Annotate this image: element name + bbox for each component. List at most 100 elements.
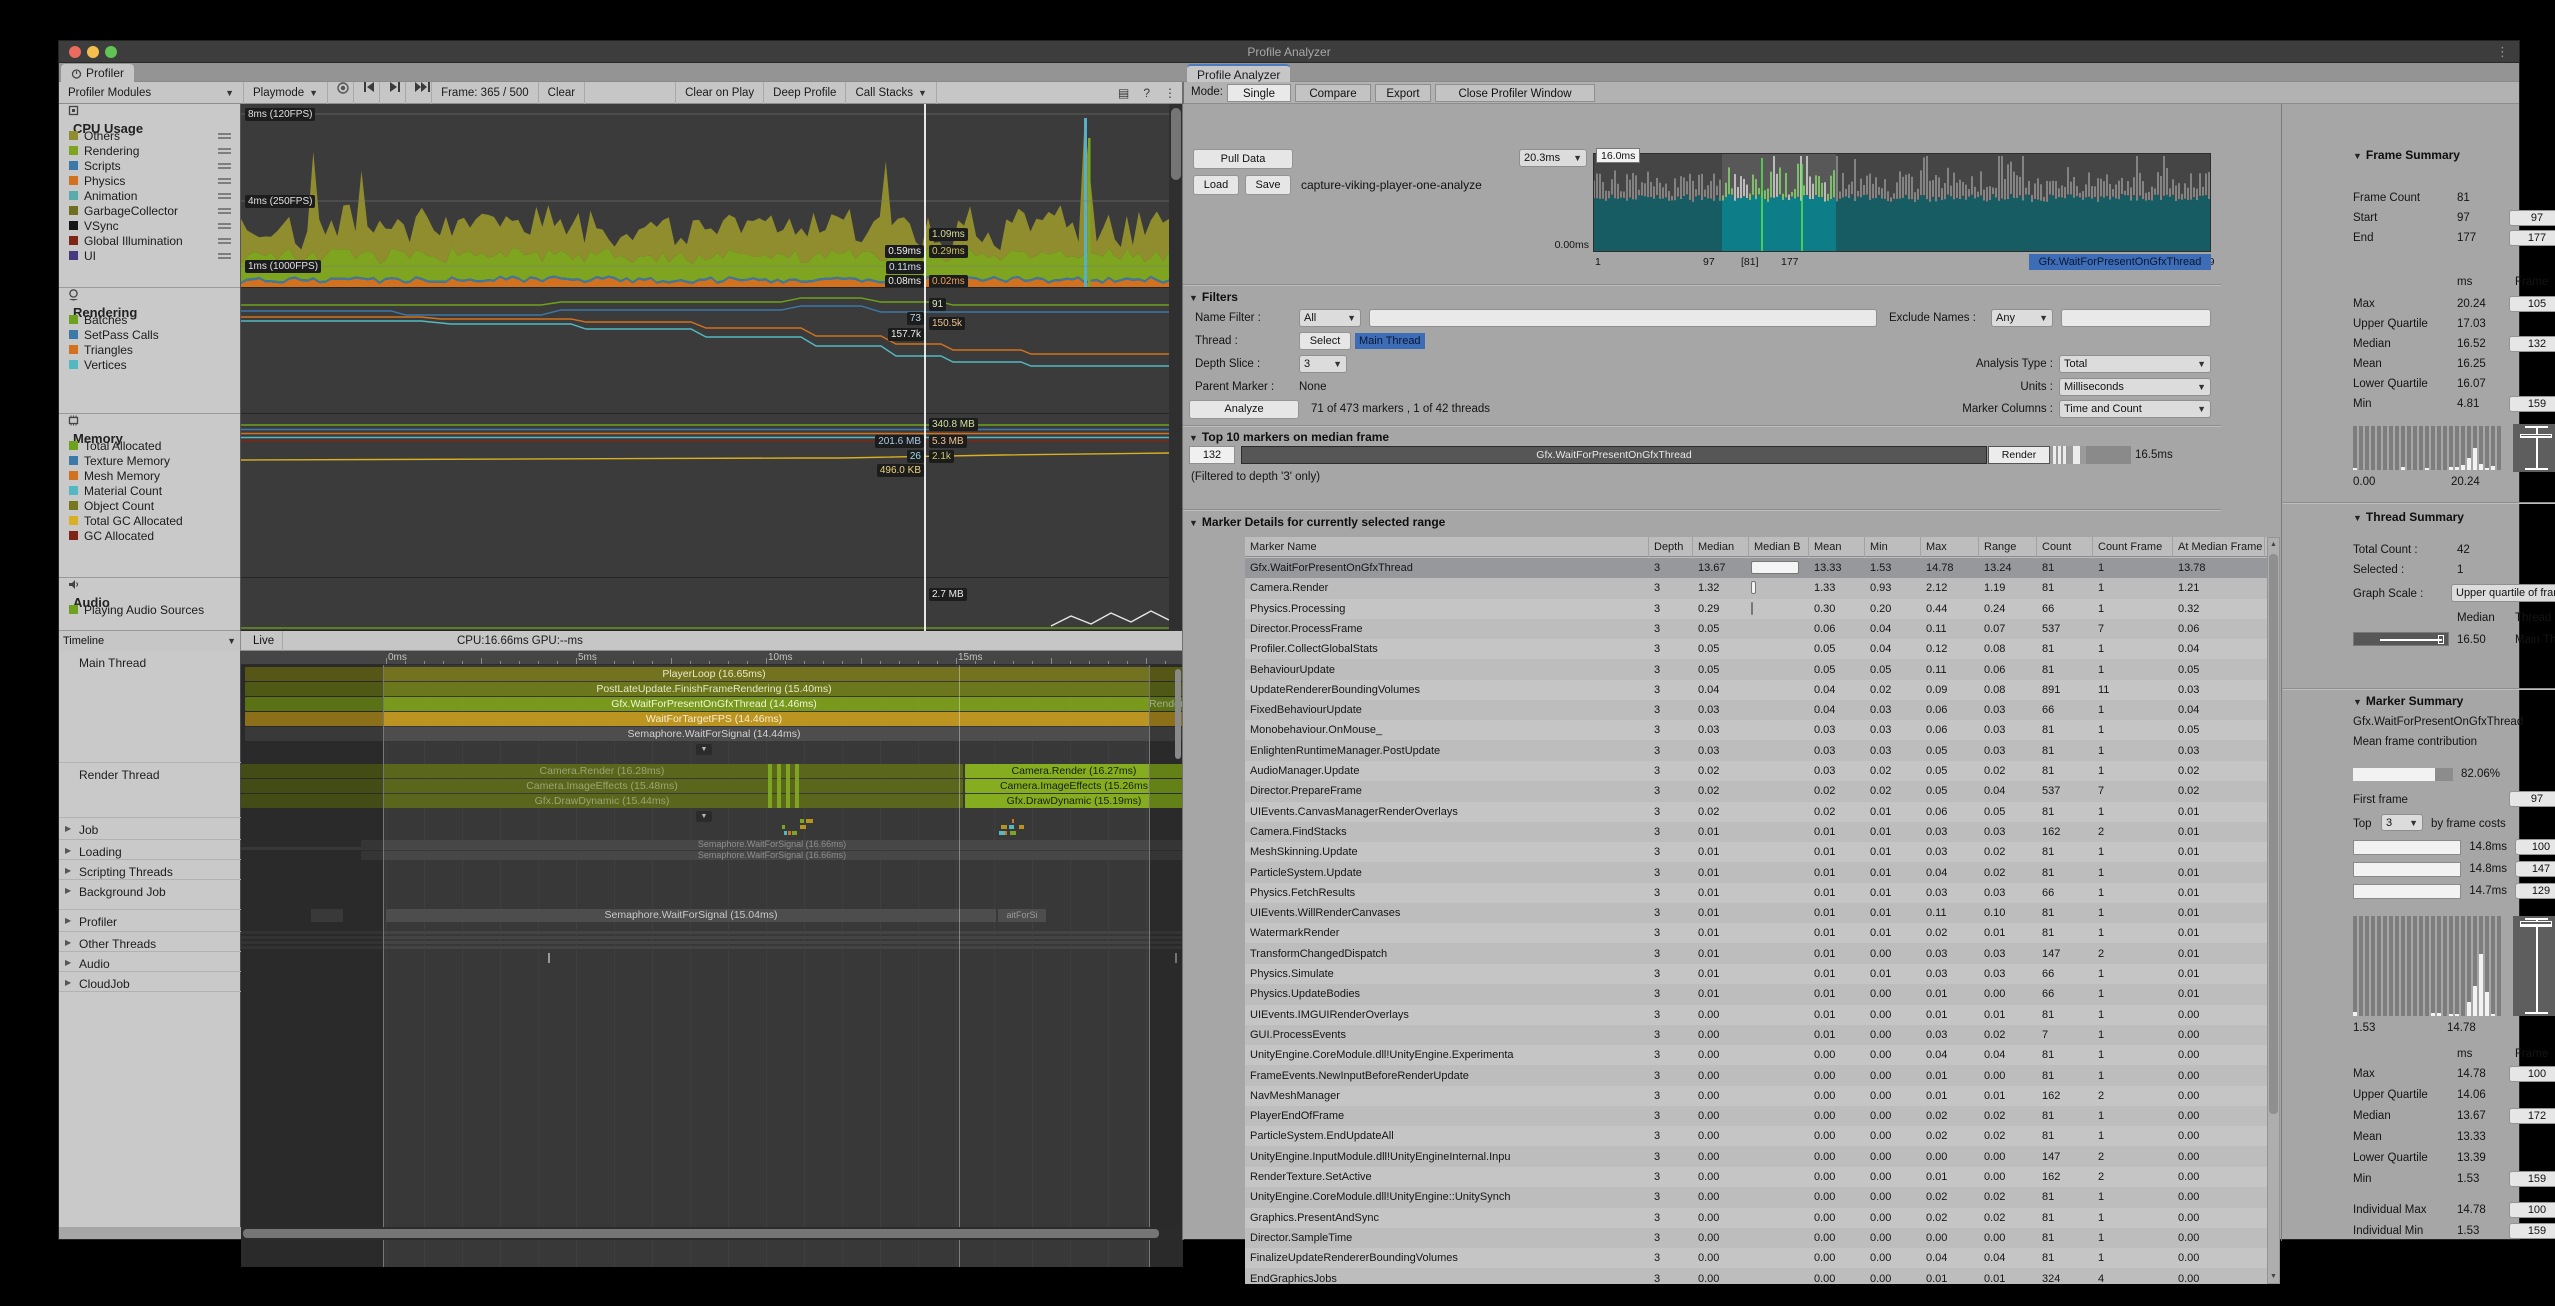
timeline-fragment[interactable]: aitForSi xyxy=(998,909,1046,922)
column-header-max[interactable]: Max xyxy=(1921,537,1979,557)
current-frame-button[interactable] xyxy=(406,82,432,104)
mode-compare-button[interactable]: Compare xyxy=(1295,84,1371,102)
marker-row[interactable]: EndGraphicsJobs30.000.000.000.010.013244… xyxy=(1245,1269,2267,1285)
drag-handle-icon[interactable] xyxy=(218,253,231,259)
column-header-at-median-frame[interactable]: At Median Frame xyxy=(2173,537,2265,557)
frame-jump-button[interactable]: 177 xyxy=(2509,230,2555,246)
timeline-ruler[interactable]: 0ms5ms10ms15ms xyxy=(241,651,1183,665)
marker-row[interactable]: UnityEngine.CoreModule.dll!UnityEngine.E… xyxy=(1245,1045,2267,1065)
frame-jump-button[interactable]: 159 xyxy=(2509,1171,2555,1187)
slider-handle[interactable] xyxy=(2438,635,2444,644)
marker-row[interactable]: ParticleSystem.EndUpdateAll30.000.000.00… xyxy=(1245,1126,2267,1146)
expand-icon[interactable]: ▶ xyxy=(65,958,71,967)
thread-row-background-job[interactable]: ▶Background Job xyxy=(59,880,241,910)
kebab-menu-icon[interactable]: ⋮ xyxy=(1157,86,1183,100)
analysis-type-dropdown[interactable]: Total▼ xyxy=(2059,355,2211,373)
legend-item[interactable]: Triangles xyxy=(59,342,241,357)
legend-item[interactable]: Others xyxy=(59,128,241,143)
marker-row[interactable]: Graphics.PresentAndSync30.000.000.000.02… xyxy=(1245,1208,2267,1228)
marker-row[interactable]: GUI.ProcessEvents30.000.010.000.030.0271… xyxy=(1245,1025,2267,1045)
thread-select-button[interactable]: Select xyxy=(1299,332,1351,350)
marker-row[interactable]: UnityEngine.InputModule.dll!UnityEngineI… xyxy=(1245,1147,2267,1167)
pull-data-button[interactable]: Pull Data xyxy=(1193,149,1293,169)
expand-icon[interactable]: ▶ xyxy=(65,978,71,987)
audio-chart[interactable]: 2.7 MB xyxy=(241,578,1169,631)
rendering-chart[interactable]: 73157.7k91150.5k xyxy=(241,288,1169,414)
marker-row[interactable]: UIEvents.CanvasManagerRenderOverlays30.0… xyxy=(1245,802,2267,822)
expander-button[interactable]: ▼ xyxy=(696,744,712,755)
timeline-view-dropdown[interactable]: Timeline▼ xyxy=(59,631,241,651)
thread-row-profiler[interactable]: ▶Profiler xyxy=(59,910,241,932)
frame-jump-button[interactable]: 159 xyxy=(2509,1223,2555,1239)
expander-button[interactable]: ▼ xyxy=(696,811,712,822)
legend-item[interactable]: Animation xyxy=(59,188,241,203)
column-header-marker-name[interactable]: Marker Name xyxy=(1245,537,1649,557)
marker-columns-dropdown[interactable]: Time and Count▼ xyxy=(2059,400,2211,418)
units-dropdown[interactable]: Milliseconds▼ xyxy=(2059,378,2211,396)
marker-row[interactable]: Monobehaviour.OnMouse_30.030.030.030.060… xyxy=(1245,720,2267,740)
marker-row[interactable]: Physics.Simulate30.010.010.010.030.03661… xyxy=(1245,964,2267,984)
frame-jump-button[interactable]: 100 xyxy=(2509,1202,2555,1218)
legend-item[interactable]: Vertices xyxy=(59,357,241,372)
cpu-usage-chart[interactable]: 8ms (120FPS)4ms (250FPS)1ms (1000FPS)0.5… xyxy=(241,104,1169,288)
thread-summary-header[interactable]: ▼Thread Summary xyxy=(2353,510,2464,524)
marker-row[interactable]: NavMeshManager30.000.000.000.010.0116220… xyxy=(1245,1086,2267,1106)
help-icon[interactable]: ? xyxy=(1136,86,1157,100)
drag-handle-icon[interactable] xyxy=(218,148,231,154)
frame-jump-button[interactable]: 129 xyxy=(2515,883,2555,899)
drag-handle-icon[interactable] xyxy=(218,133,231,139)
timeline-span[interactable]: Semaphore.WaitForSignal (14.44ms) xyxy=(245,727,1183,741)
legend-item[interactable]: Global Illumination xyxy=(59,233,241,248)
depth-slice-dropdown[interactable]: 3▼ xyxy=(1299,355,1347,373)
thread-row-render-thread[interactable]: Render Thread xyxy=(59,763,241,818)
marker-row[interactable]: Director.SampleTime30.000.000.000.000.00… xyxy=(1245,1228,2267,1248)
expand-icon[interactable]: ▶ xyxy=(65,846,71,855)
frame-jump-button[interactable]: 105 xyxy=(2509,296,2555,312)
drag-handle-icon[interactable] xyxy=(218,193,231,199)
marker-details-header[interactable]: ▼Marker Details for currently selected r… xyxy=(1189,515,1445,529)
timeline-span[interactable]: WaitForTargetFPS (14.46ms) xyxy=(245,712,1183,726)
legend-item[interactable]: SetPass Calls xyxy=(59,327,241,342)
clear-button[interactable]: Clear xyxy=(539,82,585,104)
legend-item[interactable]: Mesh Memory xyxy=(59,468,241,483)
close-profiler-window-button[interactable]: Close Profiler Window xyxy=(1435,84,1595,102)
timeline-span[interactable]: Semaphore.WaitForSignal (15.04ms) xyxy=(386,909,996,922)
frame-jump-button[interactable]: 100 xyxy=(2515,839,2555,855)
frame-time-histogram[interactable] xyxy=(1593,153,2211,252)
expand-icon[interactable]: ▶ xyxy=(65,866,71,875)
legend-item[interactable]: GarbageCollector xyxy=(59,203,241,218)
expand-icon[interactable]: ▶ xyxy=(65,916,71,925)
drag-handle-icon[interactable] xyxy=(218,223,231,229)
marker-row[interactable]: Profiler.CollectGlobalStats30.050.050.04… xyxy=(1245,639,2267,659)
selected-marker-chip[interactable]: Gfx.WaitForPresentOnGfxThread xyxy=(2029,254,2211,270)
thread-row-audio[interactable]: ▶Audio xyxy=(59,952,241,972)
frame-jump-button[interactable]: 132 xyxy=(2509,336,2555,352)
drag-handle-icon[interactable] xyxy=(218,178,231,184)
range-dropdown[interactable]: 20.3ms▼ xyxy=(1519,149,1587,167)
legend-item[interactable]: Batches xyxy=(59,312,241,327)
charts-scrollbar[interactable] xyxy=(1169,104,1183,631)
marker-row[interactable]: FinalizeUpdateRendererBoundingVolumes30.… xyxy=(1245,1248,2267,1268)
top10-header[interactable]: ▼Top 10 markers on median frame xyxy=(1189,430,1389,444)
chart-playhead[interactable] xyxy=(924,104,926,631)
expand-icon[interactable]: ▶ xyxy=(65,824,71,833)
legend-item[interactable]: Texture Memory xyxy=(59,453,241,468)
kebab-menu-icon[interactable]: ⋮ xyxy=(2496,44,2509,60)
next-frame-button[interactable] xyxy=(380,82,406,104)
graph-scale-dropdown[interactable]: Upper quartile of frame ti▼ xyxy=(2451,584,2555,602)
top10-bar[interactable]: Gfx.WaitForPresentOnGfxThread Render xyxy=(1241,446,2129,464)
marker-row[interactable]: ParticleSystem.Update30.010.010.010.040.… xyxy=(1245,863,2267,883)
live-toggle[interactable]: Live xyxy=(245,631,283,651)
frame-jump-button[interactable]: 172 xyxy=(2509,1108,2555,1124)
prev-frame-button[interactable] xyxy=(354,82,380,104)
marker-row[interactable]: RenderTexture.SetActive30.000.000.000.01… xyxy=(1245,1167,2267,1187)
median-frame-index[interactable]: 132 xyxy=(1189,446,1235,464)
column-header-count[interactable]: Count xyxy=(2037,537,2093,557)
frame-jump-button[interactable]: 147 xyxy=(2515,861,2555,877)
legend-item[interactable]: Total GC Allocated xyxy=(59,513,241,528)
drag-handle-icon[interactable] xyxy=(218,238,231,244)
name-filter-dropdown[interactable]: All▼ xyxy=(1299,309,1361,327)
save-button[interactable]: Save xyxy=(1245,175,1291,195)
deep-profile-button[interactable]: Deep Profile xyxy=(764,82,846,104)
marker-row[interactable]: Physics.Processing30.290.300.200.440.246… xyxy=(1245,599,2267,619)
